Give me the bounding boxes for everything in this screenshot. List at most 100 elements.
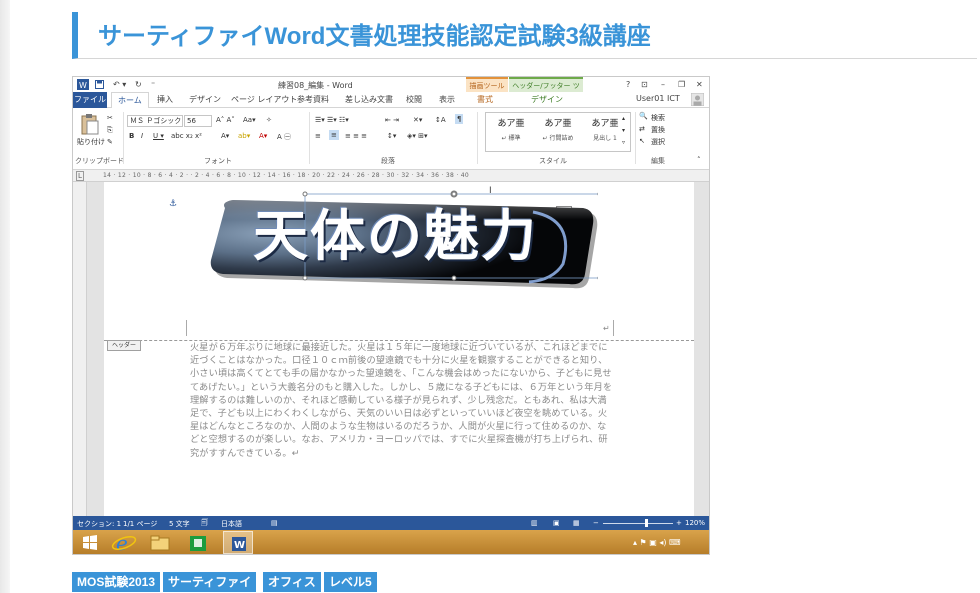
tag-certify[interactable]: サーティファイ bbox=[163, 572, 257, 592]
redo-icon[interactable]: ↻ bbox=[135, 80, 142, 89]
strikethrough-button[interactable]: abc x₂ x² bbox=[171, 132, 202, 140]
zoom-in-icon[interactable]: + bbox=[676, 519, 682, 527]
font-name-select[interactable]: ＭＳ Ｐゴシック bbox=[127, 115, 183, 127]
qat-menu-icon[interactable]: ⁼ bbox=[151, 80, 155, 89]
tab-selector[interactable]: L bbox=[76, 171, 84, 181]
grow-font-icon[interactable]: A˄ A˅ bbox=[216, 116, 235, 124]
cut-icon[interactable]: ✂ bbox=[107, 114, 113, 122]
line-spacing-icon[interactable]: ↕▾ bbox=[387, 132, 396, 140]
internet-explorer-icon[interactable]: e bbox=[109, 531, 139, 554]
find-icon[interactable]: 🔍 bbox=[639, 112, 648, 120]
style-heading-1-preview: あア亜 bbox=[591, 119, 619, 129]
style-gallery[interactable]: あア亜 ↵ 標準 あア亜 ↵ 行間詰め あア亜 見出し 1 bbox=[485, 112, 631, 152]
read-mode-icon[interactable]: ▥ bbox=[531, 519, 538, 527]
zoom-slider[interactable] bbox=[603, 523, 673, 524]
replace-button[interactable]: 置換 bbox=[651, 125, 665, 135]
underline-button[interactable]: U ▾ bbox=[153, 132, 164, 140]
tab-page-layout[interactable]: ページ レイアウト bbox=[231, 94, 297, 105]
style-no-spacing[interactable]: あア亜 ↵ 行間詰め bbox=[535, 116, 581, 142]
replace-icon[interactable]: ⇄ bbox=[639, 125, 645, 133]
minimize-icon[interactable]: – bbox=[661, 80, 665, 89]
zoom-level[interactable]: 120% bbox=[685, 519, 705, 527]
bold-button[interactable]: B bbox=[129, 132, 134, 140]
paste-icon[interactable] bbox=[80, 113, 100, 135]
find-button[interactable]: 検索 bbox=[651, 113, 665, 123]
svg-text:W: W bbox=[234, 540, 245, 551]
user-name[interactable]: User01 ICT bbox=[636, 94, 680, 103]
tab-home[interactable]: ホーム bbox=[111, 92, 149, 109]
text-effects-icon[interactable]: A▾ bbox=[221, 132, 229, 140]
align-center-icon[interactable]: ≡ bbox=[329, 130, 339, 140]
status-section[interactable]: セクション: 1 bbox=[77, 519, 121, 529]
style-normal[interactable]: あア亜 ↵ 標準 bbox=[488, 116, 534, 142]
print-layout-icon[interactable]: ▣ bbox=[553, 519, 560, 527]
sort-icon[interactable]: ↕A bbox=[435, 116, 446, 124]
vertical-ruler[interactable] bbox=[73, 182, 87, 516]
horizontal-ruler[interactable]: L 14 · 12 · 10 · 8 · 6 · 4 · 2 · · 2 · 4… bbox=[73, 170, 709, 182]
word-app-icon: W bbox=[77, 79, 89, 90]
header-label[interactable]: ヘッダー bbox=[107, 340, 141, 351]
shading-icon[interactable]: ◈▾ ⊞▾ bbox=[407, 132, 428, 140]
zoom-slider-thumb[interactable] bbox=[645, 519, 649, 527]
font-color-icon[interactable]: A▾ bbox=[259, 132, 267, 140]
format-painter-icon[interactable]: ✎ bbox=[107, 138, 113, 146]
store-icon[interactable] bbox=[183, 531, 213, 554]
help-icon[interactable]: ? bbox=[626, 80, 630, 89]
avatar[interactable] bbox=[691, 93, 704, 106]
tag-mos2013[interactable]: MOS試験2013 bbox=[72, 572, 161, 592]
tab-insert[interactable]: 挿入 bbox=[157, 94, 173, 105]
windows-start-icon[interactable] bbox=[75, 531, 105, 554]
left-margin bbox=[0, 0, 10, 593]
change-case-icon[interactable]: Aa▾ bbox=[243, 116, 256, 124]
indent-icon[interactable]: ⇤ ⇥ bbox=[385, 116, 399, 124]
select-icon[interactable]: ↖ bbox=[639, 137, 645, 145]
close-icon[interactable]: ✕ bbox=[696, 80, 703, 89]
document-body-text[interactable]: 火星が６万年ぶりに地球に最接近した。火星は１５年に一度地球に近づいているが、これ… bbox=[190, 341, 613, 460]
tab-view[interactable]: 表示 bbox=[439, 94, 455, 105]
bullets-icon[interactable]: ☰▾ ☰▾ ☷▾ bbox=[315, 116, 349, 124]
proofing-icon[interactable]: 🗐 bbox=[201, 519, 208, 530]
paste-button[interactable]: 貼り付け bbox=[77, 137, 105, 147]
file-explorer-icon[interactable] bbox=[145, 531, 175, 554]
tag-office[interactable]: オフィス bbox=[263, 572, 321, 592]
char-shading-icon[interactable]: A ㊀ bbox=[277, 132, 291, 142]
save-icon[interactable] bbox=[95, 80, 104, 89]
style-no-spacing-name: ↵ 行間詰め bbox=[542, 135, 574, 142]
status-page[interactable]: 1/1 ページ bbox=[123, 519, 157, 529]
zoom-out-icon[interactable]: − bbox=[593, 519, 599, 527]
status-language[interactable]: 日本語 bbox=[221, 519, 242, 529]
ribbon-display-icon[interactable]: ⊡ bbox=[641, 80, 648, 89]
web-layout-icon[interactable]: ▦ bbox=[573, 519, 580, 527]
align-right-icon[interactable]: ≡ ≡ ≡ bbox=[345, 132, 367, 140]
font-size-select[interactable]: 56 bbox=[184, 115, 212, 127]
copy-icon[interactable]: ⎘ bbox=[107, 126, 113, 135]
tab-mailings[interactable]: 差し込み文書 bbox=[345, 94, 393, 105]
wordart-text[interactable]: 天体の魅力 bbox=[253, 203, 538, 269]
style-scroll-icon[interactable]: ▴ ▾ ▿ bbox=[622, 113, 625, 149]
collapse-ribbon-icon[interactable]: ˄ bbox=[697, 156, 701, 164]
system-tray-icons[interactable]: ▴ ⚑ ▣ ◂) ⌨ bbox=[633, 538, 681, 547]
tag-level5[interactable]: レベル5 bbox=[324, 572, 377, 592]
tab-review[interactable]: 校閲 bbox=[406, 94, 422, 105]
clear-format-icon[interactable]: ✧ bbox=[266, 116, 272, 124]
ruler-ticks: 14 · 12 · 10 · 8 · 6 · 4 · 2 · · 2 · 4 ·… bbox=[103, 172, 469, 179]
tab-references[interactable]: 参考資料 bbox=[297, 94, 329, 105]
anchor-icon: ⚓ bbox=[169, 199, 178, 209]
tab-design[interactable]: デザイン bbox=[189, 94, 221, 105]
macro-icon[interactable]: ▤ bbox=[271, 519, 278, 527]
italic-button[interactable]: I bbox=[141, 132, 143, 140]
word-titlebar: W ↶ ▾ ↻ ⁼ 練習08_編集 - Word 描画ツール ヘッダー/フッター… bbox=[73, 77, 709, 104]
highlight-icon[interactable]: ab▾ bbox=[238, 132, 250, 140]
asian-layout-icon[interactable]: ✕▾ bbox=[413, 116, 422, 124]
status-words[interactable]: 5 文字 bbox=[169, 519, 190, 529]
undo-icon[interactable]: ↶ ▾ bbox=[113, 80, 126, 89]
select-button[interactable]: 選択 bbox=[651, 137, 665, 147]
restore-icon[interactable]: ❐ bbox=[678, 80, 685, 89]
tab-format[interactable]: 書式 bbox=[477, 94, 493, 105]
word-taskbar-icon[interactable]: W bbox=[223, 531, 253, 554]
show-marks-icon[interactable]: ¶ bbox=[455, 114, 464, 124]
tab-file[interactable]: ファイル bbox=[73, 92, 107, 108]
article-title: サーティファイWord文書処理技能認定試験3級講座 bbox=[98, 23, 651, 50]
tab-header-design[interactable]: デザイン bbox=[531, 94, 563, 105]
align-left-icon[interactable]: ≡ bbox=[315, 132, 321, 140]
